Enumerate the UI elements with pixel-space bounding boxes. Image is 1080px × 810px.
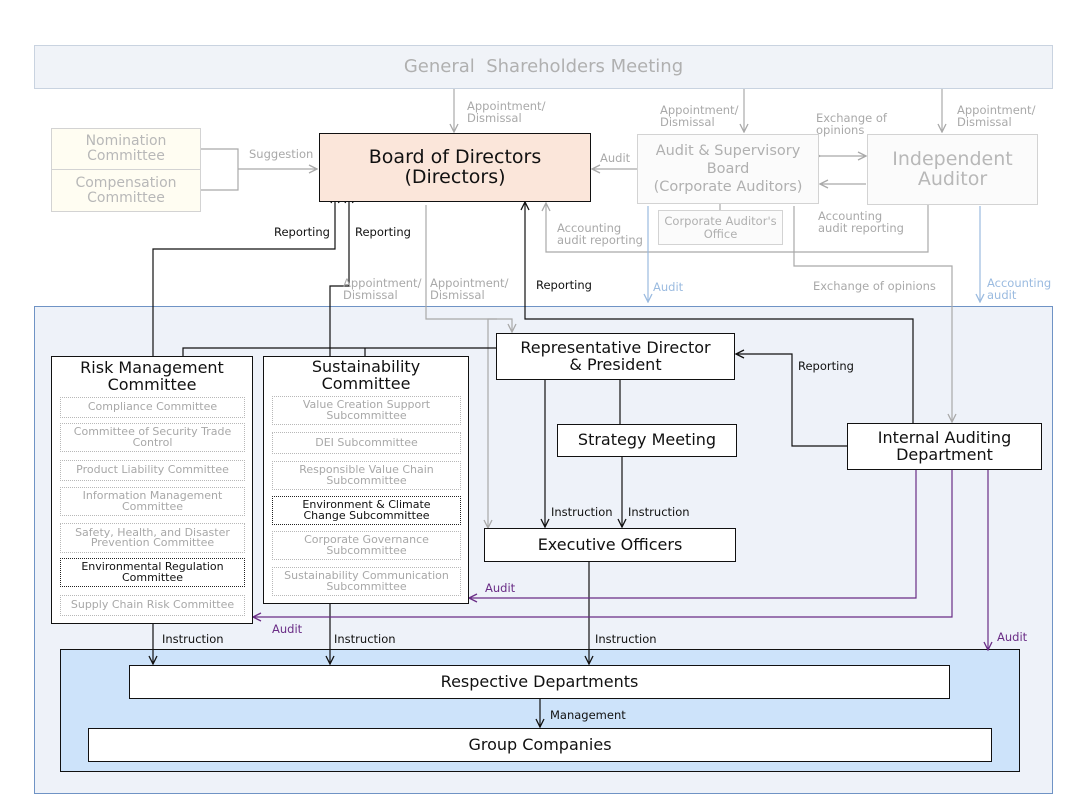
sustainability-subcommittee-item: DEI Subcommittee [272,432,461,454]
compensation-committee: Compensation Committee [51,169,201,212]
risk-subcommittee-item: Information Management Committee [60,487,245,516]
connector-label: Audit [653,280,684,294]
sustainability-committee-title: Sustainability [311,357,421,376]
environmental-regulation-committee: Environmental Regulation Committee [60,558,245,587]
independent-auditor-label: Auditor [917,167,988,190]
audit-supervisory-board-label: (Corporate Auditors) [653,179,803,196]
connector-label: Audit [272,622,303,636]
corporate-auditors-office: Corporate Auditor's Office [658,210,783,245]
board-of-directors: Board of Directors (Directors) [319,133,591,202]
risk-management-committee-title: Committee [107,375,197,395]
risk-management-committee: Risk Management Committee Compliance Com… [51,356,253,624]
risk-reporting-arrow [152,195,335,356]
connector-label: Instruction [628,505,690,519]
independent-auditor-label: Independent [892,147,1013,170]
environment-climate-change-subcommittee: Environment & Climate Change Subcommittee [272,496,461,525]
representative-director-president-label: Representative Director [520,337,711,357]
sustainability-committee-title: Committee [321,374,411,394]
connector-label: Reporting [355,225,411,239]
connector-label: Accounting audit [987,276,1052,303]
strategy-meeting: Strategy Meeting [557,424,737,457]
board-of-directors-label: Board of Directors [368,145,542,168]
connector-label: Instruction [595,632,657,646]
governance-diagram: General Shareholders Meeting Nomination … [0,0,1080,810]
connector-label: Suggestion [249,147,314,161]
risk-subcommittee-item: Product Liability Committee [60,460,245,481]
connector-label: Instruction [334,632,396,646]
connector-label: Appointment/Dismissal [467,99,546,126]
respective-departments: Respective Departments [129,665,950,699]
connector-label: Reporting [798,359,854,373]
internal-auditing-department: Internal Auditing Department [847,423,1042,470]
connector-label: Exchange of opinions [813,279,936,293]
risk-subcommittee-item: Safety, Health, and Disaster Prevention C… [60,523,245,553]
risk-subcommittee-item: Supply Chain Risk Committee [60,595,245,616]
board-to-president-appointment-arrow [425,205,512,332]
connector-label: Reporting [536,278,592,292]
sustainability-subcommittee-item: Corporate Governance Subcommittee [272,531,461,560]
connector-label: Appointment/Dismissal [957,103,1036,130]
respective-departments-label: Respective Departments [440,671,639,691]
audit-supervisory-board-label: Audit & Supervisory [655,142,801,159]
corporate-auditors-office-label: Corporate Auditor's [664,214,777,229]
connector-label: Reporting [274,225,330,239]
internal-auditing-department-label: Department [896,444,993,464]
nomination-committee-label: Committee [87,148,165,164]
sustainability-committee: Sustainability Committee Value Creation … [263,356,469,604]
nomination-committee-label: Nomination [85,133,167,150]
compensation-committee-label: Compensation [75,174,177,191]
connector-label: Audit [485,581,516,595]
nomination-committee: Nomination Committee [51,128,201,170]
group-companies: Group Companies [88,728,992,762]
representative-director-president-label: & President [569,354,662,374]
independent-auditor: Independent Auditor [867,134,1038,205]
risk-to-president-link [182,347,497,356]
group-companies-label: Group Companies [468,734,612,754]
internal-auditing-department-label: Internal Auditing [877,427,1012,447]
connector-label: Appointment/Dismissal [660,103,739,130]
connector-label: Accounting audit reporting [557,221,643,248]
executive-officers-label: Executive Officers [537,534,683,554]
audit-supervisory-board: Audit & Supervisory Board (Corporate Aud… [637,134,819,204]
compensation-committee-label: Committee [87,189,165,206]
connector-label: Instruction [162,632,224,646]
connector-label: Exchange of opinions [816,111,887,138]
executive-officers: Executive Officers [484,528,736,562]
connector-label: Audit [600,151,631,165]
connector-label: Appointment/Dismissal [430,276,509,303]
general-shareholders-meeting: General Shareholders Meeting [34,45,1053,89]
connector-label: Appointment/Dismissal [343,276,422,303]
board-of-directors-label: (Directors) [404,165,506,188]
corporate-auditors-office-label: Office [703,226,738,241]
sustainability-subcommittee-item: Sustainability Communication Subcommittee [272,567,461,596]
connector-label: Accounting audit reporting [818,209,904,236]
general-shareholders-meeting-label: General Shareholders Meeting [403,55,684,77]
risk-management-committee-title: Risk Management [80,358,224,377]
audit-supervisory-board-label: Board [706,160,750,177]
connector-label: Instruction [551,505,613,519]
representative-director-president: Representative Director & President [496,333,735,380]
connector-label: Audit [997,630,1028,644]
risk-subcommittee-item: Committee of Security Trade Control [60,423,245,452]
connector-label: Management [550,708,626,722]
strategy-meeting-label: Strategy Meeting [577,430,717,450]
risk-subcommittee-item: Compliance Committee [60,397,245,418]
sustainability-subcommittee-item: Value Creation Support Subcommittee [272,396,461,425]
sustainability-subcommittee-item: Responsible Value Chain Subcommittee [272,461,461,490]
